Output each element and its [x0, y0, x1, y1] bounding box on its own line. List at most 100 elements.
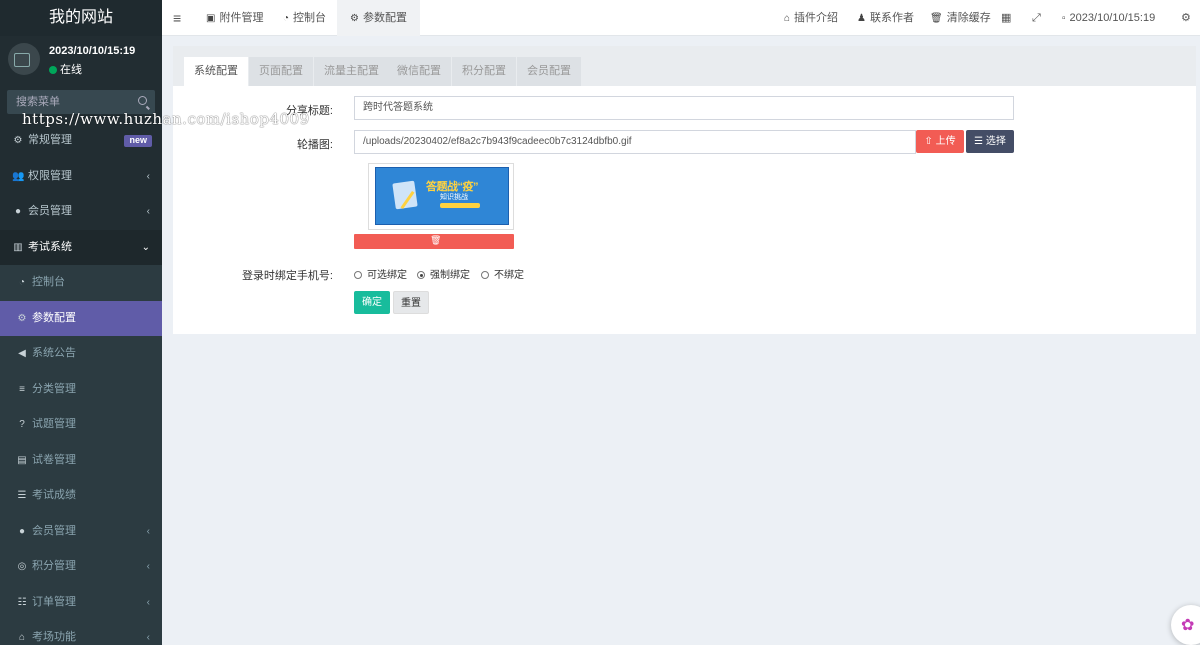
sidebar-item-papers[interactable]: ▤ 试卷管理: [0, 442, 162, 478]
sidebar-item-notice[interactable]: ◀ 系统公告: [0, 336, 162, 372]
upload-button[interactable]: ⇧ 上传: [916, 130, 964, 153]
sidebar-menu: ⚙ 常规管理 new 👥 权限管理 ‹ ● 会员管理 ‹ ▥ 考试系统 ⌄ ◔ 控制台 ⚙…: [0, 123, 162, 645]
sidebar-item-member[interactable]: ● 会员管理 ‹: [0, 194, 162, 230]
sidebar-item-category[interactable]: ≡ 分类管理: [0, 371, 162, 407]
new-badge: new: [124, 135, 152, 147]
tab-page-config[interactable]: 页面配置: [249, 57, 313, 86]
radio-optional[interactable]: 可选绑定: [354, 266, 407, 281]
tab-dashboard[interactable]: ◔ 控制台: [283, 0, 326, 36]
user-name: 2023/10/10/15:19: [49, 45, 136, 57]
site-logo[interactable]: 我的网站: [0, 0, 162, 36]
radio-circle-icon: [354, 271, 362, 279]
fullscreen-icon[interactable]: ⤢: [1032, 0, 1041, 36]
clear-cache-link[interactable]: 🗑 清除缓存: [930, 0, 991, 36]
delete-image-button[interactable]: 🗑: [354, 234, 514, 249]
radio-label: 可选绑定: [367, 270, 407, 281]
sidebar-item-orders[interactable]: ☷ 订单管理 ‹: [0, 584, 162, 620]
tab-points-config[interactable]: 积分配置: [452, 57, 516, 86]
keyboard-icon: ▤: [17, 454, 27, 466]
tab-label: 控制台: [293, 12, 327, 24]
tab-traffic-config[interactable]: 流量主配置: [314, 57, 389, 86]
tab-wechat-config[interactable]: 微信配置: [387, 57, 451, 86]
avatar: [8, 43, 40, 75]
tab-member-config[interactable]: 会员配置: [517, 57, 581, 86]
assistant-fab[interactable]: ✿: [1171, 605, 1200, 645]
online-dot-icon: [49, 66, 57, 74]
carousel-path-input[interactable]: /uploads/20230402/ef8a2c7b943f9cadeec0b7…: [354, 130, 916, 154]
share-title-input[interactable]: 跨时代答题系统: [354, 96, 1014, 120]
sidebar-item-exam-system[interactable]: ▥ 考试系统 ⌄: [0, 229, 162, 265]
tab-config[interactable]: ⚙ 参数配置: [337, 0, 420, 36]
radio-forced[interactable]: 强制绑定: [417, 266, 470, 281]
list-icon: ☰: [17, 490, 27, 501]
sidebar-item-members[interactable]: ● 会员管理 ‹: [0, 513, 162, 549]
trash-icon: 🗑: [930, 13, 943, 24]
radio-none[interactable]: 不绑定: [481, 266, 524, 281]
align-left-icon: ≡: [19, 383, 25, 395]
config-panel: 系统配置 页面配置 流量主配置 微信配置 积分配置 会员配置 分享标题: 跨时代…: [173, 46, 1196, 334]
radio-label: 不绑定: [494, 270, 524, 281]
user-status: 在线: [49, 61, 82, 77]
volume-icon: ◀: [18, 348, 26, 359]
tab-attachments[interactable]: ▣ 附件管理: [206, 0, 263, 36]
sidebar-item-scores[interactable]: ☰ 考试成绩: [0, 478, 162, 514]
sidebar-item-label: 考试系统: [28, 240, 72, 253]
config-tabs: 系统配置 页面配置 流量主配置 微信配置 积分配置 会员配置: [173, 46, 1196, 86]
columns-icon: ▥: [13, 241, 23, 253]
sidebar-item-questions[interactable]: ? 试题管理: [0, 407, 162, 443]
preview-subtitle: 知识挑战: [440, 194, 468, 201]
language-icon[interactable]: ▦: [1001, 0, 1011, 36]
chevron-left-icon: ‹: [146, 170, 150, 182]
settings-gear-icon[interactable]: ⚙: [1181, 0, 1191, 36]
sidebar-item-label: 会员管理: [28, 205, 72, 217]
carousel-preview: 答题战“疫” 知识挑战: [368, 163, 514, 230]
confirm-button[interactable]: 确定: [354, 291, 390, 314]
watermark-text: https://www.huzhan.com/ishop4009: [22, 110, 310, 128]
sidebar-item-label: 会员管理: [32, 524, 76, 537]
search-icon[interactable]: [138, 96, 147, 105]
image-icon: ▣: [206, 13, 216, 24]
radio-circle-icon: [481, 271, 489, 279]
bind-phone-label-wrap: 登录时绑定手机号:: [173, 267, 333, 282]
cogs-icon: ⚙: [17, 312, 27, 324]
tab-system-config[interactable]: 系统配置: [184, 57, 248, 86]
trash-icon: 🗑: [430, 235, 442, 245]
sidebar-item-label: 订单管理: [32, 595, 76, 608]
list-icon: ☰: [974, 136, 986, 147]
home-icon: ⌂: [784, 13, 791, 24]
user-circle-icon: ●: [14, 206, 22, 217]
sidebar-item-points[interactable]: ◎ 积分管理 ‹: [0, 549, 162, 585]
user-panel: 2023/10/10/15:19 在线: [0, 36, 162, 88]
sidebar-item-label: 权限管理: [28, 169, 72, 182]
upload-icon: ⇧: [924, 136, 936, 147]
tab-label: 附件管理: [219, 12, 264, 24]
user-menu[interactable]: ▫ 2023/10/10/15:19: [1062, 0, 1155, 36]
select-button[interactable]: ☰ 选择: [966, 130, 1014, 153]
contact-author-link[interactable]: ♟ 联系作者: [857, 0, 914, 36]
sidebar-item-general[interactable]: ⚙ 常规管理 new: [0, 123, 162, 159]
link-label: 插件介绍: [794, 12, 839, 24]
sidebar-item-permission[interactable]: 👥 权限管理 ‹: [0, 159, 162, 195]
dashboard-icon: ◔: [18, 277, 26, 288]
link-label: 联系作者: [869, 12, 914, 24]
menu-toggle-icon[interactable]: ≡: [173, 0, 181, 36]
carousel-label: 轮播图:: [296, 139, 333, 151]
sidebar-item-label: 控制台: [32, 276, 65, 288]
sidebar: 我的网站 2023/10/10/15:19 在线 ⚙ 常规管理 new 👥权限管理…: [0, 0, 162, 645]
bank-icon: ⌂: [18, 632, 26, 643]
sidebar-item-dashboard[interactable]: ◔ 控制台: [0, 265, 162, 301]
select-label: 选择: [985, 136, 1006, 147]
bind-phone-label: 登录时绑定手机号:: [241, 270, 333, 282]
sidebar-item-label: 积分管理: [32, 560, 76, 572]
sidebar-item-label: 分类管理: [32, 382, 76, 395]
reset-button[interactable]: 重置: [393, 291, 429, 314]
sidebar-item-exam-room[interactable]: ⌂ 考场功能 ‹: [0, 620, 162, 645]
carousel-image: 答题战“疫” 知识挑战: [375, 167, 509, 225]
plugin-intro-link[interactable]: ⌂ 插件介绍: [784, 0, 838, 36]
chevron-left-icon: ‹: [146, 632, 150, 643]
chevron-left-icon: ‹: [146, 596, 150, 608]
chevron-left-icon: ‹: [146, 206, 150, 217]
sidebar-item-config[interactable]: ⚙ 参数配置: [0, 300, 162, 336]
cogs-icon: ⚙: [13, 135, 23, 146]
sidebar-item-label: 试题管理: [32, 418, 76, 430]
